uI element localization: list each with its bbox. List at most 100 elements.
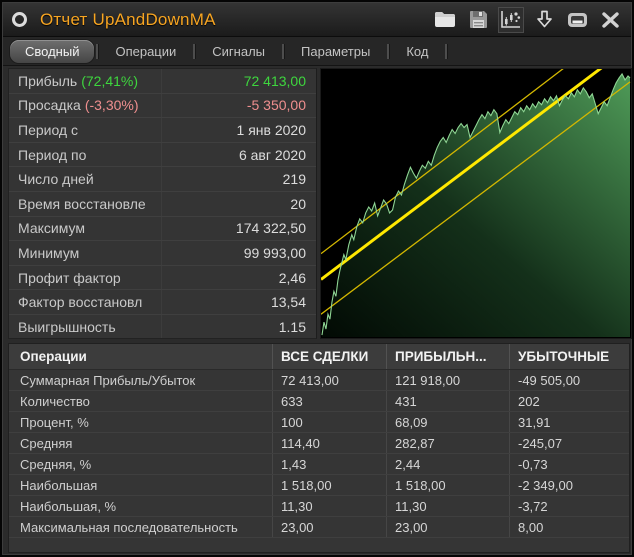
stat-label: Период по: [9, 147, 161, 163]
table-cell: Наибольшая: [9, 475, 272, 495]
stat-value: 13,54: [161, 290, 316, 314]
table-cell: 2,44: [386, 454, 509, 474]
titlebar-buttons: [432, 7, 631, 33]
stat-row: Минимум99 993,00: [9, 241, 316, 266]
stat-row: Прибыль(72,41%)72 413,00: [9, 69, 316, 94]
table-cell: -49 505,00: [509, 370, 629, 390]
down-arrow-icon: [536, 10, 553, 29]
equity-chart-canvas: [321, 69, 631, 338]
tab-separator: [96, 44, 98, 59]
summary-stats-panel: Прибыль(72,41%)72 413,00Просадка(-3,30%)…: [8, 68, 317, 339]
titlebar: Отчет UpAndDownMA: [3, 3, 631, 37]
table-row: Суммарная Прибыль/Убыток72 413,00121 918…: [9, 370, 629, 391]
table-cell: 1 518,00: [386, 475, 509, 495]
stat-label: Прибыль(72,41%): [9, 73, 161, 89]
equity-area-fill: [322, 74, 630, 337]
stat-row: Время восстановле20: [9, 192, 316, 217]
download-button[interactable]: [531, 7, 557, 33]
table-cell: 11,30: [272, 496, 386, 516]
table-cell: 282,87: [386, 433, 509, 453]
stat-label: Время восстановле: [9, 196, 161, 212]
table-cell: 11,30: [386, 496, 509, 516]
chart-view-button[interactable]: [498, 7, 524, 33]
stat-value: 2,46: [161, 266, 316, 290]
stat-label: Минимум: [9, 245, 161, 261]
table-cell: 68,09: [386, 412, 509, 432]
table-row: Максимальная последовательность23,0023,0…: [9, 517, 629, 538]
stat-value: 1 янв 2020: [161, 118, 316, 142]
close-button[interactable]: [597, 7, 623, 33]
tab-bar: Сводный Операции Сигналы Параметры Код: [3, 37, 631, 66]
stat-row: Максимум174 322,50: [9, 217, 316, 242]
table-cell: Максимальная последовательность: [9, 517, 272, 537]
tab-separator: [387, 44, 389, 59]
stat-label: Максимум: [9, 220, 161, 236]
stat-row: Число дней219: [9, 167, 316, 192]
operations-table: ОперацииВСЕ СДЕЛКИПРИБЫЛЬН...УБЫТОЧНЫЕ С…: [8, 343, 630, 553]
table-cell: 8,00: [509, 517, 629, 537]
tab-separator: [282, 44, 284, 59]
stat-value: 219: [161, 167, 316, 191]
operations-table-header: ОперацииВСЕ СДЕЛКИПРИБЫЛЬН...УБЫТОЧНЫЕ: [9, 344, 629, 370]
stat-label: Профит фактор: [9, 270, 161, 286]
tab-separator: [193, 44, 195, 59]
stat-percent: (72,41%): [81, 73, 138, 89]
table-cell: Средняя, %: [9, 454, 272, 474]
save-button[interactable]: [465, 7, 491, 33]
table-cell: 121 918,00: [386, 370, 509, 390]
table-cell: Количество: [9, 391, 272, 411]
stat-label: Число дней: [9, 171, 161, 187]
stat-row: Период по6 авг 2020: [9, 143, 316, 168]
stat-value: -5 350,00: [161, 94, 316, 118]
table-cell: Средняя: [9, 433, 272, 453]
minimize-button[interactable]: [564, 7, 590, 33]
tab-4[interactable]: Параметры: [286, 40, 385, 63]
table-row: Средняя, %1,432,44-0,73: [9, 454, 629, 475]
tab-5[interactable]: Код: [391, 40, 443, 63]
operations-table-body: Суммарная Прибыль/Убыток72 413,00121 918…: [9, 370, 629, 538]
stat-label: Выигрышность: [9, 319, 161, 335]
stat-value: 6 авг 2020: [161, 143, 316, 167]
stat-value: 72 413,00: [161, 69, 316, 93]
tab-2[interactable]: Операции: [100, 40, 191, 63]
table-row: Количество633431202: [9, 391, 629, 412]
candlestick-chart-icon: [500, 10, 522, 30]
open-folder-button[interactable]: [432, 7, 458, 33]
table-cell: 114,40: [272, 433, 386, 453]
tab-3[interactable]: Сигналы: [197, 40, 280, 63]
stat-row: Профит фактор2,46: [9, 266, 316, 291]
stat-label: Фактор восстановл: [9, 294, 161, 310]
table-cell: 23,00: [386, 517, 509, 537]
table-cell: 72 413,00: [272, 370, 386, 390]
stat-percent: (-3,30%): [85, 97, 139, 113]
stat-value: 1.15: [161, 315, 316, 339]
table-cell: 100: [272, 412, 386, 432]
floppy-icon: [469, 10, 488, 29]
table-cell: Процент, %: [9, 412, 272, 432]
table-cell: -2 349,00: [509, 475, 629, 495]
table-cell: 1 518,00: [272, 475, 386, 495]
table-cell: 23,00: [272, 517, 386, 537]
table-cell: 202: [509, 391, 629, 411]
table-cell: 431: [386, 391, 509, 411]
table-row: Средняя114,40282,87-245,07: [9, 433, 629, 454]
tab-1[interactable]: Сводный: [10, 40, 94, 63]
stat-value: 99 993,00: [161, 241, 316, 265]
column-header: ПРИБЫЛЬН...: [386, 344, 509, 369]
table-cell: -0,73: [509, 454, 629, 474]
table-cell: -3,72: [509, 496, 629, 516]
minimize-icon: [567, 12, 588, 28]
table-cell: -245,07: [509, 433, 629, 453]
table-cell: 31,91: [509, 412, 629, 432]
stat-label: Период с: [9, 122, 161, 138]
table-cell: 633: [272, 391, 386, 411]
table-cell: Суммарная Прибыль/Убыток: [9, 370, 272, 390]
column-header: УБЫТОЧНЫЕ: [509, 344, 629, 369]
table-cell: Наибольшая, %: [9, 496, 272, 516]
stat-value: 174 322,50: [161, 217, 316, 241]
window-title: Отчет UpAndDownMA: [40, 10, 216, 30]
stat-row: Фактор восстановл13,54: [9, 290, 316, 315]
table-cell: 1,43: [272, 454, 386, 474]
table-row: Наибольшая1 518,001 518,00-2 349,00: [9, 475, 629, 496]
stat-row: Выигрышность1.15: [9, 315, 316, 339]
